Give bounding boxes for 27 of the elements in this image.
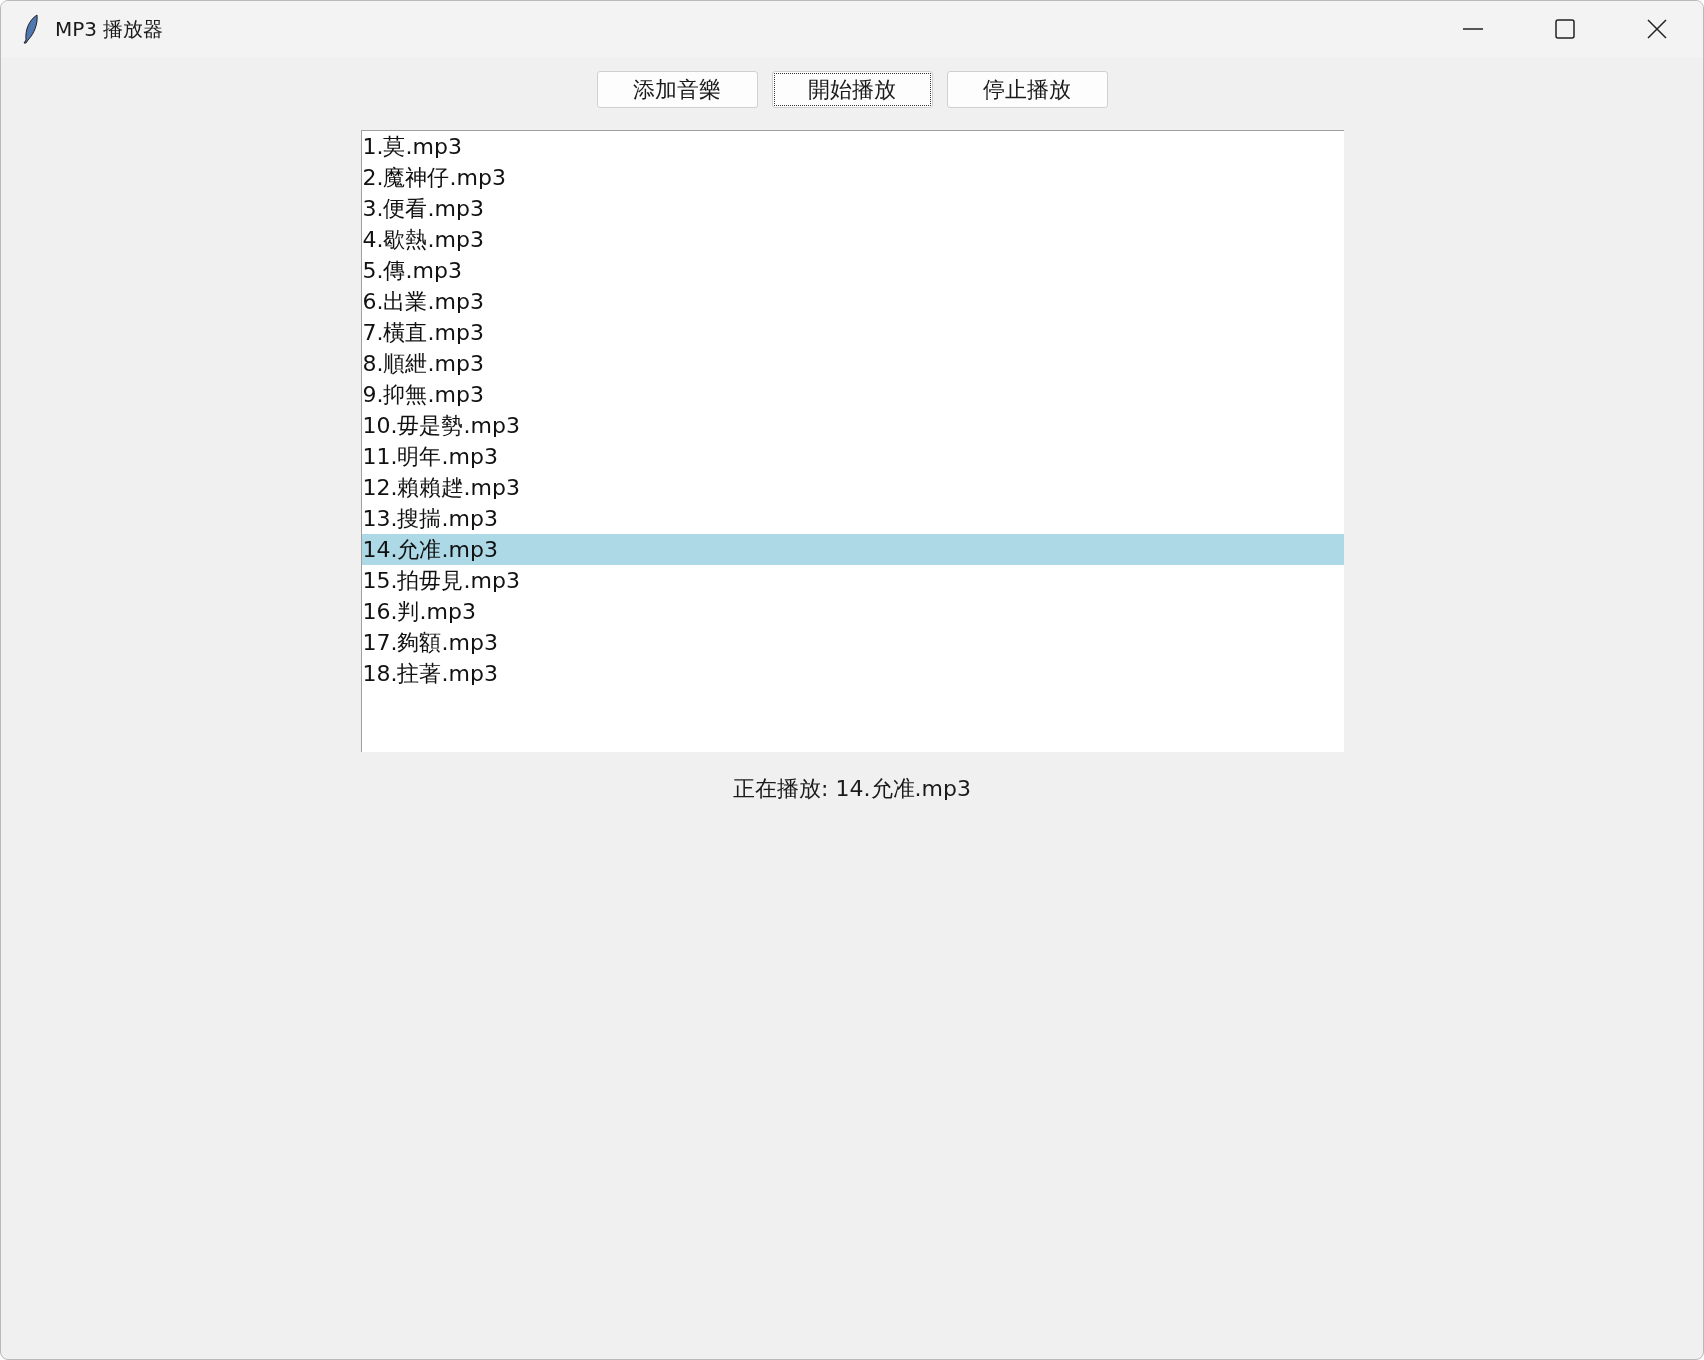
toolbar-button[interactable]: 開始播放 <box>771 71 933 108</box>
playlist-item[interactable]: 8.順紲.mp3 <box>361 348 1344 379</box>
playlist-item[interactable]: 6.出業.mp3 <box>361 286 1344 317</box>
feather-icon <box>21 14 41 44</box>
playlist-box[interactable]: 1.莫.mp3 2.魔神仔.mp3 3.便看.mp3 4.歇熱.mp3 5.傳.mp3 6.出業.mp3 7.橫直.mp3 8.順紲.mp3 9.抑無.mp3 10.毋是勢.mp3 11.明年.mp3 12.賴賴趖.mp3 13.搜揣.mp3 14.允准.mp3 15.拍毋見.mp3 16.判.mp3 17.夠額.mp3 18.拄著.mp3 <box>360 130 1344 752</box>
playlist-item[interactable]: 13.搜揣.mp3 <box>361 503 1344 534</box>
playlist-item[interactable]: 4.歇熱.mp3 <box>361 224 1344 255</box>
playlist-item[interactable]: 18.拄著.mp3 <box>361 658 1344 689</box>
playlist-item[interactable]: 11.明年.mp3 <box>361 441 1344 472</box>
now-playing-label: 正在播放: 14.允准.mp3 <box>733 775 971 803</box>
playlist-item[interactable]: 2.魔神仔.mp3 <box>361 162 1344 193</box>
playlist-item[interactable]: 7.橫直.mp3 <box>361 317 1344 348</box>
playlist-item[interactable]: 1.莫.mp3 <box>361 131 1344 162</box>
playlist-item[interactable]: 12.賴賴趖.mp3 <box>361 472 1344 503</box>
toolbar-button[interactable]: 停止播放 <box>946 71 1108 108</box>
toolbar-button[interactable]: 添加音樂 <box>596 71 758 108</box>
playlist-item[interactable]: 9.抑無.mp3 <box>361 379 1344 410</box>
playlist-item[interactable]: 3.便看.mp3 <box>361 193 1344 224</box>
playlist-item[interactable]: 15.拍毋見.mp3 <box>361 565 1344 596</box>
playlist-item[interactable]: 17.夠額.mp3 <box>361 627 1344 658</box>
maximize-icon[interactable] <box>1554 18 1576 40</box>
close-icon[interactable] <box>1646 18 1668 40</box>
playlist-item[interactable]: 5.傳.mp3 <box>361 255 1344 286</box>
playlist-item[interactable]: 16.判.mp3 <box>361 596 1344 627</box>
window-title: MP3 播放器 <box>55 15 165 43</box>
playlist-item[interactable]: 14.允准.mp3 <box>361 534 1344 565</box>
playlist-item[interactable]: 10.毋是勢.mp3 <box>361 410 1344 441</box>
